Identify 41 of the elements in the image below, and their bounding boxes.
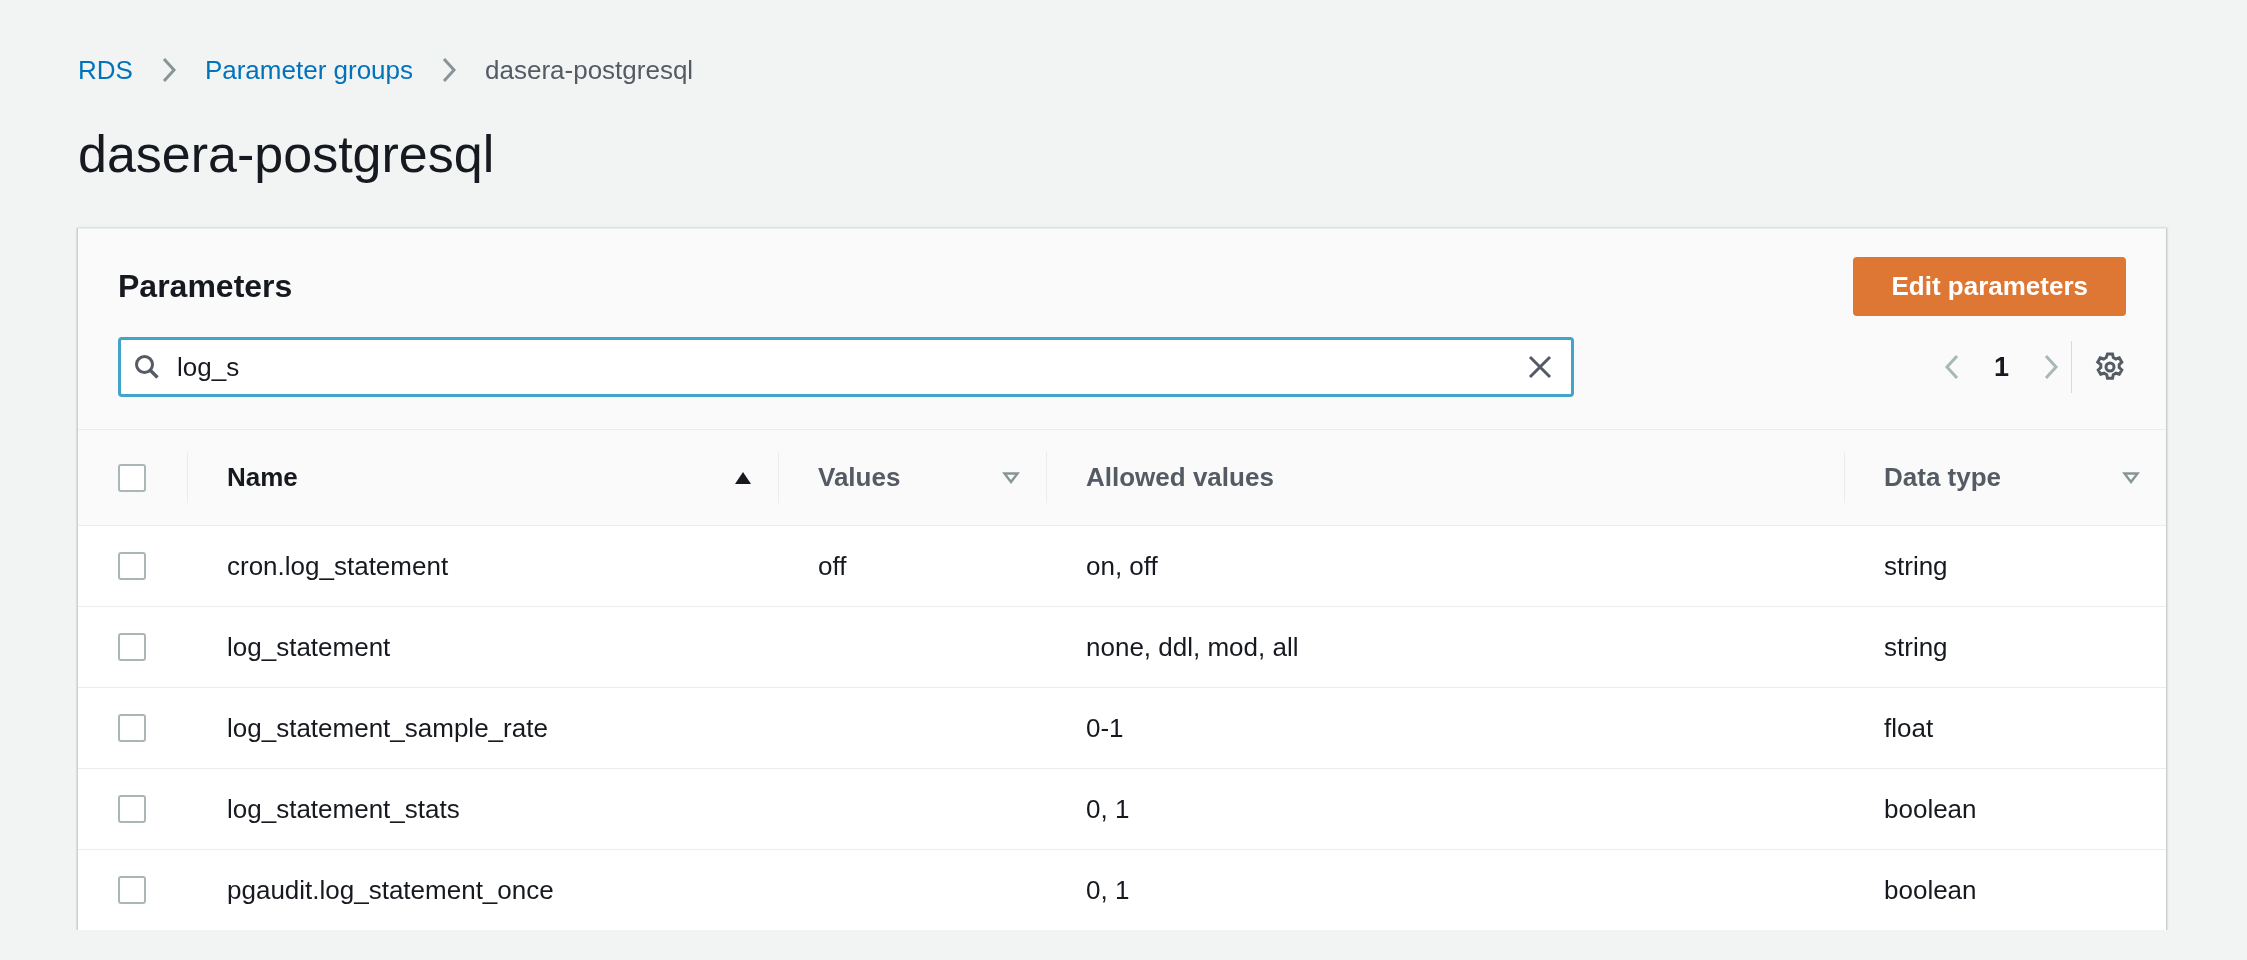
- search-icon: [134, 354, 160, 380]
- sort-icon[interactable]: [2122, 470, 2140, 485]
- breadcrumb-link[interactable]: RDS: [78, 54, 133, 86]
- table-cell: cron.log_statement: [227, 550, 449, 582]
- table-cell: none, ddl, mod, all: [1086, 631, 1299, 663]
- checkbox[interactable]: [118, 795, 146, 823]
- table-cell: log_statement_sample_rate: [227, 712, 548, 744]
- breadcrumb-link[interactable]: Parameter groups: [204, 54, 413, 86]
- chevron-right-icon: [441, 57, 457, 83]
- page-title: dasera-postgresql: [78, 124, 496, 184]
- table-cell: string: [1884, 550, 1948, 582]
- checkbox[interactable]: [118, 714, 146, 742]
- table-cell: 0-1: [1086, 712, 1124, 744]
- settings-icon[interactable]: [2094, 351, 2126, 383]
- table-cell: 0, 1: [1086, 793, 1130, 825]
- chevron-right-icon: [160, 57, 177, 83]
- column-header[interactable]: Values: [818, 462, 901, 493]
- sort-ascending-icon[interactable]: [734, 470, 752, 485]
- table-cell: 0, 1: [1086, 874, 1130, 906]
- table-cell: boolean: [1884, 793, 1977, 825]
- table-cell: string: [1884, 631, 1948, 663]
- table-cell: float: [1884, 712, 1934, 744]
- checkbox[interactable]: [118, 876, 146, 904]
- table-cell: off: [818, 550, 847, 582]
- page-number[interactable]: 1: [1993, 351, 2009, 383]
- column-header[interactable]: Allowed values: [1086, 462, 1274, 493]
- table-cell: on, off: [1086, 550, 1158, 582]
- checkbox[interactable]: [118, 552, 146, 580]
- search-field[interactable]: log_s: [118, 337, 1574, 397]
- table-cell: log_statement_stats: [227, 793, 460, 825]
- breadcrumb-current: dasera-postgresql: [485, 54, 694, 86]
- table-cell: boolean: [1884, 874, 1977, 906]
- table-cell: pgaudit.log_statement_once: [227, 874, 554, 906]
- close-icon[interactable]: [1528, 355, 1552, 379]
- sort-icon[interactable]: [1002, 470, 1020, 485]
- column-header[interactable]: Name: [227, 462, 298, 493]
- table-cell: log_statement: [227, 631, 391, 663]
- checkbox[interactable]: [118, 633, 146, 661]
- column-header[interactable]: Data type: [1884, 462, 2002, 493]
- panel-title: Parameters: [118, 268, 293, 305]
- checkbox[interactable]: [118, 463, 146, 492]
